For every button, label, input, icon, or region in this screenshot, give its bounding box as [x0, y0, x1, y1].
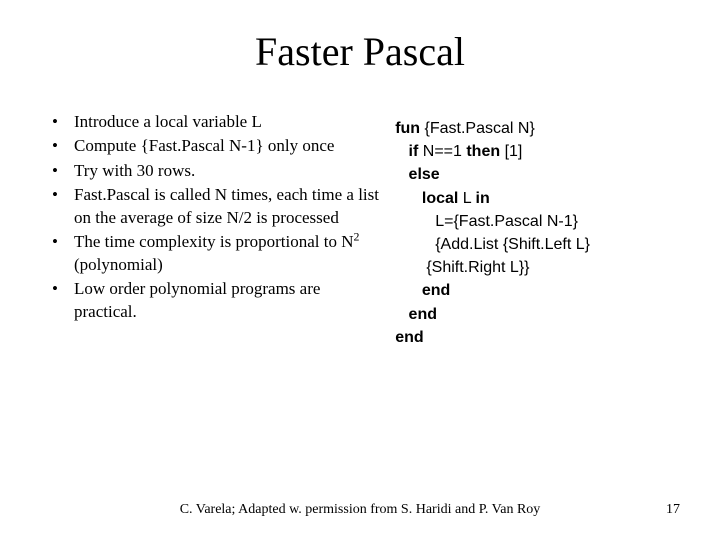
- bullet-item: Introduce a local variable L: [44, 111, 387, 133]
- code-line: {Add.List {Shift.Left L}: [395, 233, 676, 256]
- page-number: 17: [666, 502, 680, 518]
- bullet-text: Fast.Pascal is called N times, each time…: [74, 185, 379, 226]
- bullet-text: Introduce a local variable L: [74, 112, 262, 131]
- bullet-item: The time complexity is proportional to N…: [44, 231, 387, 276]
- code-text: N==1: [418, 143, 466, 160]
- kw-then: then: [466, 143, 500, 160]
- kw-end: end: [395, 329, 423, 346]
- code-text: {Add.List {Shift.Left L}: [395, 236, 590, 253]
- code-line: end: [395, 303, 676, 326]
- slide-body: Introduce a local variable L Compute {Fa…: [44, 111, 676, 349]
- kw-if: if: [395, 143, 418, 160]
- bullet-text: Try with 30 rows.: [74, 161, 195, 180]
- kw-else: else: [395, 166, 439, 183]
- code-column: fun {Fast.Pascal N} if N==1 then [1] els…: [395, 111, 676, 349]
- bullet-text-cont: (polynomial): [74, 255, 163, 274]
- slide: Faster Pascal Introduce a local variable…: [0, 0, 720, 540]
- bullet-text: The time complexity is proportional to N: [74, 232, 354, 251]
- bullet-text: Compute {Fast.Pascal N-1} only once: [74, 136, 334, 155]
- kw-in: in: [476, 190, 490, 207]
- code-line: {Shift.Right L}}: [395, 256, 676, 279]
- code-text: L={Fast.Pascal N-1}: [395, 213, 578, 230]
- code-text: L: [458, 190, 475, 207]
- code-text: {Fast.Pascal N}: [420, 120, 535, 137]
- bullet-column: Introduce a local variable L Compute {Fa…: [44, 111, 387, 349]
- kw-end: end: [395, 306, 437, 323]
- bullet-text: Low order polynomial programs are practi…: [74, 279, 320, 320]
- footer: C. Varela; Adapted w. permission from S.…: [0, 502, 720, 518]
- code-line: end: [395, 279, 676, 302]
- footer-credit: C. Varela; Adapted w. permission from S.…: [0, 502, 720, 518]
- code-line: local L in: [395, 187, 676, 210]
- code-line: end: [395, 326, 676, 349]
- bullet-item: Low order polynomial programs are practi…: [44, 278, 387, 323]
- code-line: L={Fast.Pascal N-1}: [395, 210, 676, 233]
- bullet-list: Introduce a local variable L Compute {Fa…: [44, 111, 387, 323]
- kw-local: local: [395, 190, 458, 207]
- bullet-item: Try with 30 rows.: [44, 160, 387, 182]
- code-line: if N==1 then [1]: [395, 140, 676, 163]
- slide-title: Faster Pascal: [44, 28, 676, 75]
- code-text: {Shift.Right L}}: [395, 259, 529, 276]
- kw-fun: fun: [395, 120, 420, 137]
- bullet-item: Compute {Fast.Pascal N-1} only once: [44, 135, 387, 157]
- bullet-item: Fast.Pascal is called N times, each time…: [44, 184, 387, 229]
- superscript: 2: [354, 230, 360, 244]
- code-text: [1]: [500, 143, 522, 160]
- kw-end: end: [395, 282, 450, 299]
- code-line: else: [395, 163, 676, 186]
- code-line: fun {Fast.Pascal N}: [395, 117, 676, 140]
